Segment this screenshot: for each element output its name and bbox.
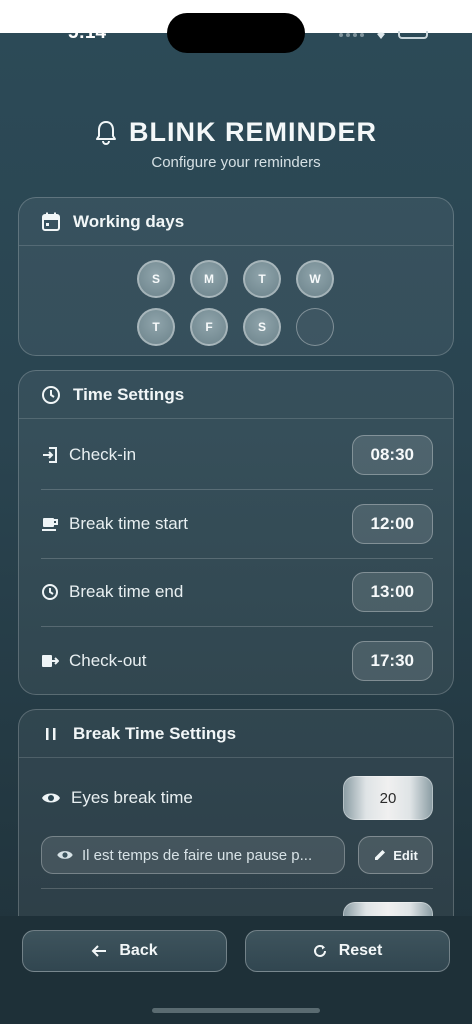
day-sunday[interactable]: S	[137, 260, 175, 298]
reminder-message-text: Il est temps de faire une pause p...	[82, 846, 313, 864]
status-time: 5:14	[68, 22, 107, 43]
day-friday[interactable]: F	[190, 308, 228, 346]
eye-icon	[57, 851, 73, 859]
reset-button[interactable]: Reset	[245, 930, 450, 972]
eyes-break-label: Eyes break time	[71, 788, 193, 807]
break-start-label: Break time start	[69, 514, 189, 533]
edit-label: Edit	[393, 847, 418, 863]
check-in-time-picker[interactable]: 08:30	[351, 435, 433, 475]
divider	[41, 888, 433, 889]
day-selector: S M T W T F S	[137, 260, 337, 346]
working-days-title: Working days	[73, 211, 185, 231]
back-button[interactable]: Back	[22, 930, 227, 972]
break-end-label: Break time end	[69, 582, 184, 601]
coffee-icon	[42, 518, 58, 531]
battery-icon	[398, 31, 428, 39]
status-indicators	[339, 30, 428, 40]
time-settings-header: Time Settings	[19, 371, 453, 419]
day-empty-slot	[296, 308, 334, 346]
day-wednesday[interactable]: W	[296, 260, 334, 298]
app-title: BLINK REMINDER	[129, 117, 377, 147]
reset-label: Reset	[338, 942, 383, 959]
eyes-break-input[interactable]: 20	[343, 776, 433, 820]
eye-icon	[42, 793, 60, 803]
break-settings-card: Break Time Settings Eyes break time 20 I…	[18, 709, 454, 932]
edit-message-button[interactable]: Edit	[358, 836, 433, 874]
calendar-icon	[42, 212, 60, 231]
check-in-label: Check-in	[69, 445, 137, 464]
working-days-card: Working days S M T W T F S	[18, 197, 454, 356]
check-out-time-picker[interactable]: 17:30	[351, 641, 433, 681]
arrow-left-icon	[91, 945, 107, 957]
app-subtitle: Configure your reminders	[151, 154, 321, 171]
check-in-row: Check-in 08:30	[41, 421, 433, 489]
eyes-break-row: Eyes break time 20	[41, 764, 433, 832]
break-start-time-picker[interactable]: 12:00	[351, 504, 433, 544]
break-start-row: Break time start 12:00	[41, 490, 433, 558]
check-out-row: Check-out 17:30	[41, 627, 433, 695]
clock-icon	[42, 584, 58, 600]
reminder-message-field[interactable]: Il est temps de faire une pause p...	[41, 836, 345, 874]
pause-icon	[46, 727, 56, 740]
day-tuesday[interactable]: T	[243, 260, 281, 298]
break-end-time-picker[interactable]: 13:00	[351, 572, 433, 612]
clock-icon	[42, 385, 60, 404]
working-days-header: Working days	[19, 198, 453, 246]
pencil-icon	[375, 850, 386, 860]
time-settings-card: Time Settings Check-in 08:30 Break time …	[18, 370, 454, 695]
app-header: BLINK REMINDER Configure your reminders	[0, 117, 472, 171]
day-monday[interactable]: M	[190, 260, 228, 298]
dynamic-island	[167, 13, 305, 53]
home-indicator	[152, 1008, 320, 1013]
refresh-icon	[313, 944, 326, 957]
back-label: Back	[119, 942, 158, 959]
logout-icon	[42, 655, 59, 667]
login-icon	[43, 447, 57, 463]
bell-icon	[96, 120, 116, 145]
day-saturday[interactable]: S	[243, 308, 281, 346]
day-thursday[interactable]: T	[137, 308, 175, 346]
time-settings-title: Time Settings	[73, 384, 185, 404]
wifi-icon	[377, 32, 385, 39]
signal-icon	[339, 33, 364, 37]
break-end-row: Break time end 13:00	[41, 558, 433, 626]
check-out-label: Check-out	[69, 651, 147, 670]
break-settings-title: Break Time Settings	[73, 723, 237, 743]
break-settings-header: Break Time Settings	[19, 710, 453, 758]
